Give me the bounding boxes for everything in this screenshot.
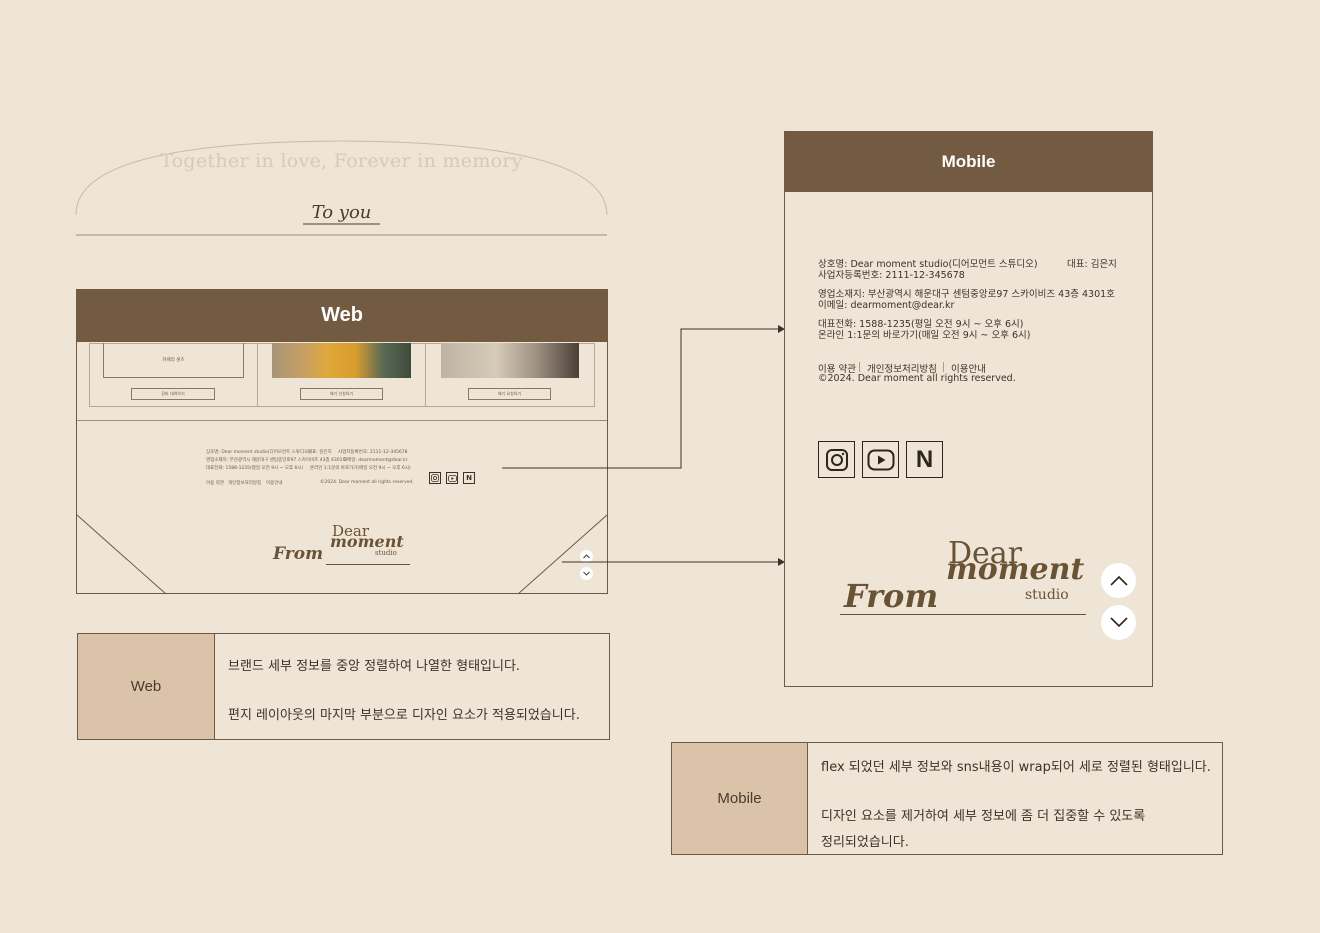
- mobile-preview-header: Mobile: [785, 132, 1152, 192]
- mobile-business-no: 사업자등록번호: 2111-12-345678: [818, 270, 965, 281]
- web-description-text: 브랜드 세부 정보를 중앙 정렬하여 나열한 형태입니다. 편지 레이아웃의 마…: [215, 634, 580, 739]
- mobile-description-line: 정리되었습니다.: [821, 835, 909, 850]
- link-separator: [943, 362, 944, 372]
- scroll-up-button[interactable]: [1101, 563, 1136, 598]
- mobile-description-line: flex 되었던 세부 정보와 sns내용이 wrap되어 세로 정렬된 형태입…: [821, 760, 1211, 775]
- web-description-box: Web 브랜드 세부 정보를 중앙 정렬하여 나열한 형태입니다. 편지 레이아…: [77, 633, 610, 740]
- web-description-label: Web: [78, 634, 215, 739]
- link-separator: [859, 362, 860, 372]
- mobile-copyright: ©2024. Dear moment all rights reserved.: [818, 373, 1016, 384]
- mobile-description-box: Mobile flex 되었던 세부 정보와 sns내용이 wrap되어 세로 …: [671, 742, 1223, 855]
- mobile-description-line: 디자인 요소를 제거하여 세부 정보에 좀 더 집중할 수 있도록: [821, 809, 1146, 824]
- mobile-ceo: 대표: 김은지: [1067, 259, 1117, 270]
- naver-icon[interactable]: N: [906, 441, 943, 478]
- mobile-description-label: Mobile: [672, 743, 808, 854]
- signature-underline: [840, 614, 1086, 615]
- mobile-description-text: flex 되었던 세부 정보와 sns내용이 wrap되어 세로 정렬된 형태입…: [808, 743, 1211, 854]
- web-description-line: 편지 레이아웃의 마지막 부분으로 디자인 요소가 적용되었습니다.: [228, 708, 580, 723]
- naver-letter: N: [915, 445, 934, 473]
- signature-moment: moment: [946, 552, 1085, 587]
- signature-from: From: [844, 577, 939, 615]
- mobile-email: 이메일: dearmoment@dear.kr: [818, 300, 955, 311]
- signature-studio: studio: [1025, 587, 1069, 603]
- mobile-signature: From Dear moment studio: [840, 535, 1090, 620]
- instagram-icon[interactable]: [818, 441, 855, 478]
- scroll-down-button[interactable]: [1101, 605, 1136, 640]
- mobile-online: 온라인 1:1문의 바로가기(매일 오전 9시 ~ 오후 6시): [818, 330, 1031, 341]
- web-description-line: 브랜드 세부 정보를 중앙 정렬하여 나열한 형태입니다.: [228, 659, 521, 674]
- youtube-icon[interactable]: [862, 441, 899, 478]
